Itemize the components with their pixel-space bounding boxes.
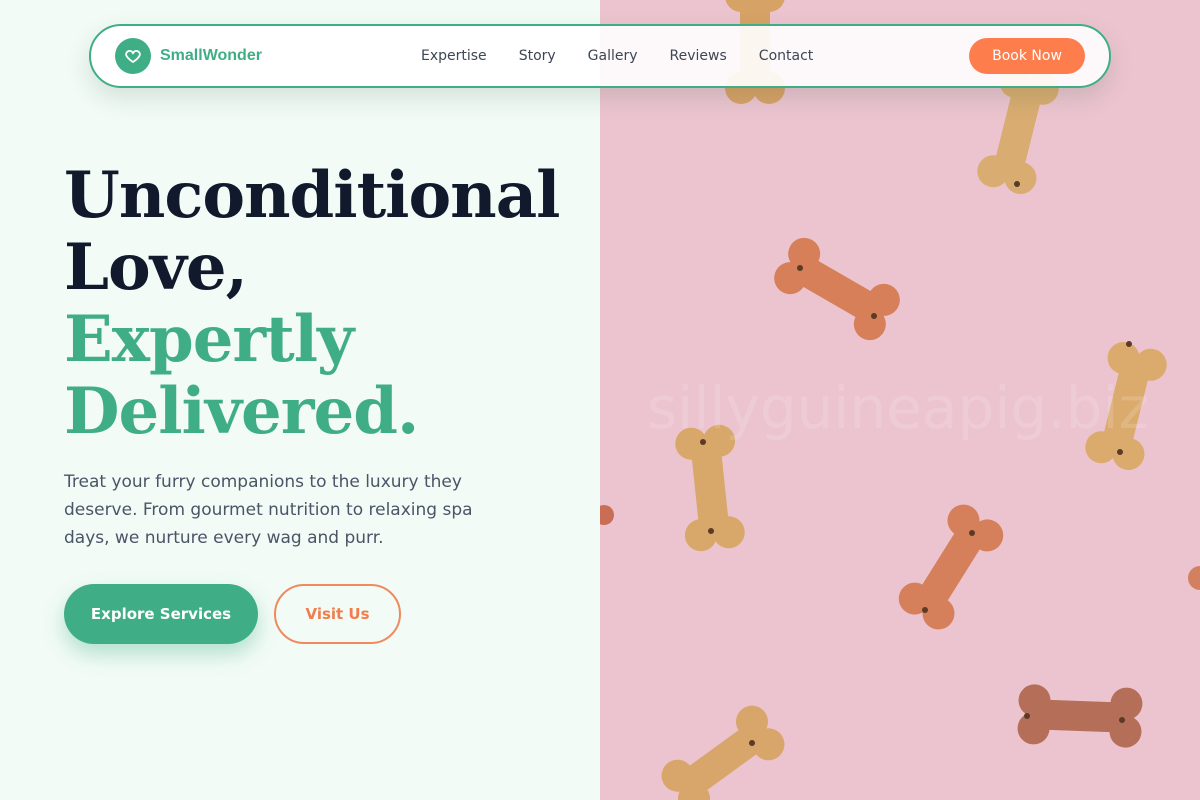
watermark-text: sillyguineapig.biz <box>647 374 1149 442</box>
nav-link-expertise[interactable]: Expertise <box>421 48 487 64</box>
nav-link-reviews[interactable]: Reviews <box>670 48 727 64</box>
visit-us-button[interactable]: Visit Us <box>274 584 401 644</box>
headline-line-4: Delivered. <box>64 374 419 449</box>
nav-link-contact[interactable]: Contact <box>759 48 813 64</box>
headline-line-3: Expertly <box>64 302 354 377</box>
dog-biscuits-illustration: sillyguineapig.biz <box>600 0 1200 800</box>
brand-name: SmallWonder <box>160 47 262 64</box>
headline-line-2: Love, <box>64 230 248 305</box>
hero-headline: Unconditional Love, Expertly Delivered. <box>64 158 560 449</box>
explore-services-button[interactable]: Explore Services <box>64 584 258 644</box>
hero-image: sillyguineapig.biz <box>600 0 1200 800</box>
headline-line-1: Unconditional <box>64 158 560 233</box>
book-now-button[interactable]: Book Now <box>969 38 1085 74</box>
brand-logo[interactable]: SmallWonder <box>115 38 262 74</box>
nav-link-gallery[interactable]: Gallery <box>588 48 638 64</box>
navbar: SmallWonder Expertise Story Gallery Revi… <box>89 24 1111 88</box>
nav-links: Expertise Story Gallery Reviews Contact <box>421 48 813 64</box>
nav-link-story[interactable]: Story <box>519 48 556 64</box>
heart-icon <box>115 38 151 74</box>
hero-subtitle: Treat your furry companions to the luxur… <box>64 472 473 548</box>
